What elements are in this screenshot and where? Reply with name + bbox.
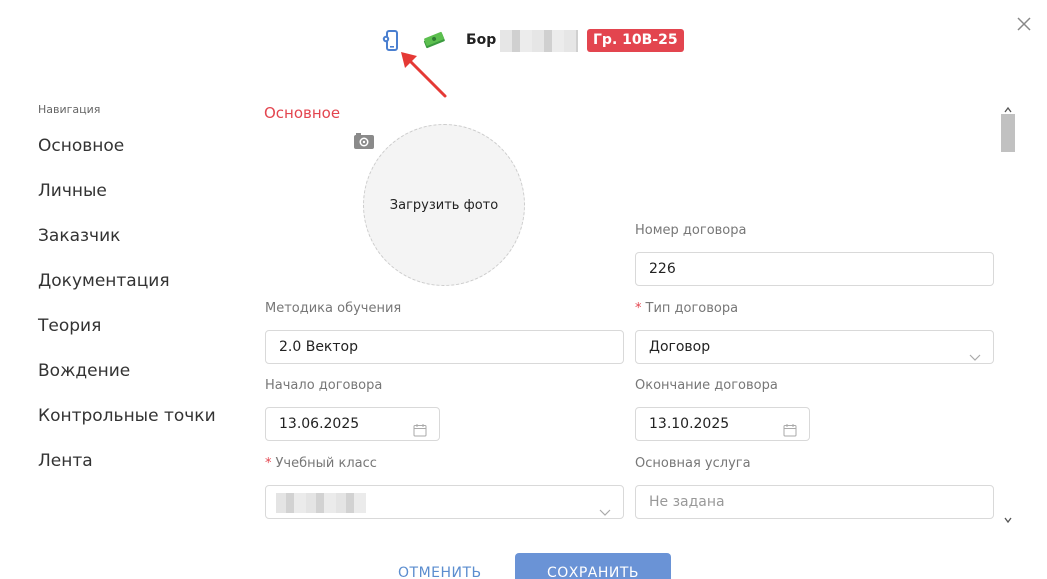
nav-item-documentation[interactable]: Документация xyxy=(38,271,216,316)
scroll-down-icon[interactable] xyxy=(1003,509,1013,524)
classroom-label: * Учебный класс xyxy=(265,456,377,471)
contract-type-value: Договор xyxy=(649,339,711,355)
main-service-label: Основная услуга xyxy=(635,456,751,471)
teaching-method-value: 2.0 Вектор xyxy=(279,339,358,355)
nav-item-personal[interactable]: Личные xyxy=(38,181,216,226)
teaching-method-input[interactable]: 2.0 Вектор xyxy=(265,330,624,364)
nav-item-feed[interactable]: Лента xyxy=(38,451,216,496)
calendar-icon[interactable] xyxy=(413,417,427,437)
modal-header: Бор Гр. 10В-25 xyxy=(0,28,1047,54)
nav-item-checkpoints[interactable]: Контрольные точки xyxy=(38,406,216,451)
contract-type-label: * Тип договора xyxy=(635,301,738,316)
main-service-placeholder: Не задана xyxy=(649,494,725,510)
photo-upload-label: Загрузить фото xyxy=(389,197,499,213)
scrollbar[interactable] xyxy=(998,98,1018,524)
camera-icon[interactable] xyxy=(353,132,375,150)
required-marker: * xyxy=(635,301,642,316)
chevron-down-icon xyxy=(969,342,981,361)
student-name: Бор xyxy=(466,32,497,48)
required-marker: * xyxy=(265,456,272,471)
save-button[interactable]: СОХРАНИТЬ xyxy=(515,553,671,579)
contract-number-input[interactable]: 226 xyxy=(635,252,994,286)
cancel-button[interactable]: ОТМЕНИТЬ xyxy=(398,565,482,579)
scroll-up-icon[interactable] xyxy=(1003,99,1013,113)
group-badge[interactable]: Гр. 10В-25 xyxy=(587,29,684,52)
contract-start-value: 13.06.2025 xyxy=(279,416,360,432)
teaching-method-label: Методика обучения xyxy=(265,301,402,316)
redacted-name xyxy=(500,30,578,52)
nav-heading: Навигация xyxy=(38,103,101,116)
contract-number-value: 226 xyxy=(649,261,676,277)
money-icon[interactable] xyxy=(422,31,446,49)
classroom-select[interactable] xyxy=(265,485,624,519)
close-icon[interactable] xyxy=(1014,14,1034,34)
modal-footer: ОТМЕНИТЬ СОХРАНИТЬ xyxy=(0,553,1047,579)
nav-item-driving[interactable]: Вождение xyxy=(38,361,216,406)
classroom-label-text: Учебный класс xyxy=(275,456,377,471)
nav-item-main[interactable]: Основное xyxy=(38,136,216,181)
contract-type-label-text: Тип договора xyxy=(645,301,739,316)
calendar-icon[interactable] xyxy=(783,417,797,437)
chevron-down-icon xyxy=(599,497,611,516)
main-service-input[interactable]: Не задана xyxy=(635,485,994,519)
contract-number-label: Номер договора xyxy=(635,223,747,238)
contract-start-label: Начало договора xyxy=(265,378,383,393)
section-title: Основное xyxy=(264,104,341,122)
contract-type-select[interactable]: Договор xyxy=(635,330,994,364)
photo-upload-area[interactable]: Загрузить фото xyxy=(363,124,525,286)
nav-item-theory[interactable]: Теория xyxy=(38,316,216,361)
nav-item-customer[interactable]: Заказчик xyxy=(38,226,216,271)
contract-end-datepicker[interactable]: 13.10.2025 xyxy=(635,407,810,441)
navigation-panel: Навигация Основное Личные Заказчик Докум… xyxy=(38,103,216,496)
scroll-thumb[interactable] xyxy=(1001,114,1015,152)
contract-end-value: 13.10.2025 xyxy=(649,416,730,432)
contract-start-datepicker[interactable]: 13.06.2025 xyxy=(265,407,440,441)
annotation-arrow-icon xyxy=(395,48,455,100)
contract-end-label: Окончание договора xyxy=(635,378,778,393)
form-content: Основное Загрузить фото Номер договора 2… xyxy=(250,98,1000,520)
redacted-classroom xyxy=(276,493,366,513)
